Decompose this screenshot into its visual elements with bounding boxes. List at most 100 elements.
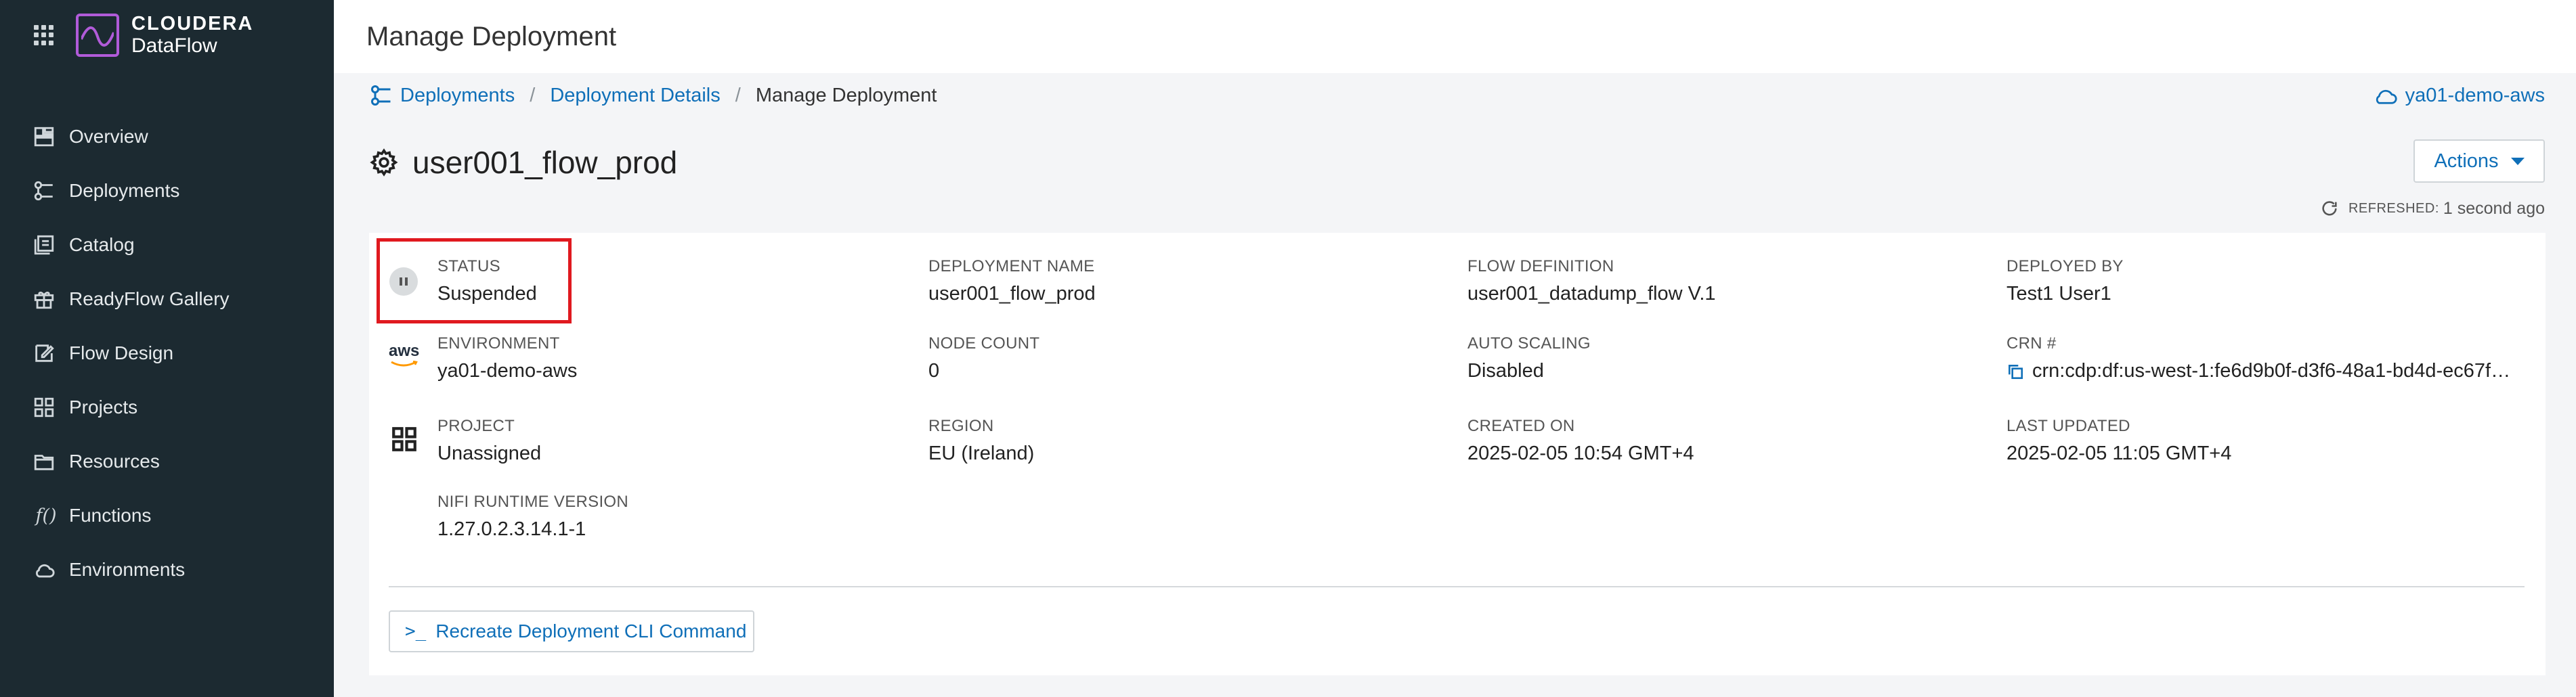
sidebar-item-label: Functions	[69, 505, 152, 526]
catalog-icon	[33, 233, 56, 256]
crn-value-row: crn:cdp:df:us-west-1:fe6d9b0f-d3f6-48a1-…	[2006, 360, 2521, 382]
crn-value: crn:cdp:df:us-west-1:fe6d9b0f-d3f6-48a1-…	[2032, 360, 2521, 382]
region-field: REGION EU (Ireland)	[928, 417, 1034, 465]
terminal-prompt-icon: >_	[405, 621, 427, 642]
breadcrumb-separator: /	[530, 84, 536, 106]
cloud-icon	[2376, 89, 2397, 104]
auto-scaling-value: Disabled	[1467, 360, 1544, 382]
overview-icon	[33, 125, 56, 148]
copy-icon[interactable]	[2006, 363, 2024, 380]
sidebar-item-projects[interactable]: Projects	[0, 380, 334, 434]
node-count-value: 0	[928, 360, 940, 382]
deployment-name-value: user001_flow_prod	[928, 283, 1096, 305]
recreate-cli-command-button[interactable]: >_ Recreate Deployment CLI Command	[389, 610, 754, 652]
functions-icon: f()	[35, 505, 57, 526]
brand-name: CLOUDERA DataFlow	[131, 12, 254, 58]
cli-button-label: Recreate Deployment CLI Command	[435, 621, 747, 642]
sidebar-item-label: Flow Design	[69, 342, 174, 363]
folder-icon	[33, 450, 56, 473]
breadcrumb-deployment-details[interactable]: Deployment Details	[550, 85, 720, 107]
brand-company: CLOUDERA	[131, 12, 254, 35]
deployed-by-value: Test1 User1	[2006, 283, 2111, 305]
app-switcher-icon[interactable]	[34, 25, 54, 45]
sidebar-item-flow-design[interactable]: Flow Design	[0, 326, 334, 380]
cloud-icon	[33, 558, 56, 581]
crn-field: CRN # crn:cdp:df:us-west-1:fe6d9b0f-d3f6…	[2006, 334, 2521, 382]
nifi-runtime-field: NIFI RUNTIME VERSION 1.27.0.2.3.14.1-1	[437, 493, 628, 541]
deployed-by-field: DEPLOYED BY Test1 User1	[2006, 257, 2124, 305]
sidebar-item-readyflow-gallery[interactable]: ReadyFlow Gallery	[0, 272, 334, 326]
flow-definition-field: FLOW DEFINITION user001_datadump_flow V.…	[1467, 257, 1716, 305]
refresh-icon[interactable]	[2320, 199, 2339, 218]
refreshed-label: REFRESHED:	[2348, 200, 2439, 216]
flow-definition-value: user001_datadump_flow V.1	[1467, 283, 1716, 305]
actions-label: Actions	[2434, 150, 2499, 172]
page-title: Manage Deployment	[366, 21, 617, 51]
environment-link[interactable]: ya01-demo-aws	[2371, 80, 2545, 111]
project-field: PROJECT Unassigned	[437, 417, 541, 465]
sidebar-item-label: Catalog	[69, 234, 135, 255]
deployment-title-row: user001_flow_prod	[369, 141, 677, 184]
status-field: STATUS Suspended	[437, 257, 537, 305]
field-label: REGION	[928, 417, 994, 435]
aws-icon-text: aws	[389, 342, 420, 360]
status-value: Suspended	[437, 283, 537, 305]
field-label: PROJECT	[437, 417, 515, 435]
last-updated-value: 2025-02-05 11:05 GMT+4	[2006, 443, 2232, 464]
auto-scaling-field: AUTO SCALING Disabled	[1467, 334, 1591, 382]
field-label: NODE COUNT	[928, 334, 1040, 353]
field-label: FLOW DEFINITION	[1467, 257, 1614, 275]
sidebar-item-label: Projects	[69, 397, 138, 418]
gear-icon	[370, 148, 398, 177]
brand-product: DataFlow	[131, 35, 217, 58]
sidebar-item-overview[interactable]: Overview	[0, 110, 334, 164]
refreshed-value: 1 second ago	[2443, 198, 2545, 218]
sidebar-item-label: Deployments	[69, 180, 180, 201]
field-label: AUTO SCALING	[1467, 334, 1591, 353]
deployments-icon	[33, 179, 56, 202]
brand: CLOUDERA DataFlow	[34, 12, 254, 58]
aws-icon: aws	[389, 342, 421, 368]
created-on-field: CREATED ON 2025-02-05 10:54 GMT+4	[1467, 417, 1694, 465]
nifi-runtime-value: 1.27.0.2.3.14.1-1	[437, 518, 586, 540]
breadcrumb-deployments[interactable]: Deployments	[400, 85, 515, 107]
last-updated-field: LAST UPDATED 2025-02-05 11:05 GMT+4	[2006, 417, 2231, 465]
refresh-status: REFRESHED: 1 second ago	[2320, 198, 2545, 219]
field-label: ENVIRONMENT	[437, 334, 560, 353]
sidebar-item-label: Resources	[69, 451, 160, 472]
card-divider	[389, 586, 2525, 587]
breadcrumb: Deployments / Deployment Details / Manag…	[369, 80, 937, 111]
created-on-value: 2025-02-05 10:54 GMT+4	[1467, 443, 1694, 464]
sidebar-item-label: Environments	[69, 559, 186, 580]
node-count-field: NODE COUNT 0	[928, 334, 1039, 382]
environment-value: ya01-demo-aws	[437, 360, 578, 382]
sidebar-nav: Overview Deployments Catalog ReadyFlow G…	[0, 110, 334, 597]
breadcrumb-current: Manage Deployment	[755, 84, 937, 106]
sidebar-item-catalog[interactable]: Catalog	[0, 218, 334, 272]
sidebar-item-environments[interactable]: Environments	[0, 543, 334, 597]
field-label: CREATED ON	[1467, 417, 1575, 435]
sidebar-item-label: ReadyFlow Gallery	[69, 288, 230, 309]
caret-down-icon	[2510, 157, 2525, 165]
field-label: DEPLOYMENT NAME	[928, 257, 1095, 275]
actions-dropdown-button[interactable]: Actions	[2413, 139, 2545, 183]
sidebar-item-deployments[interactable]: Deployments	[0, 164, 334, 218]
field-label: CRN #	[2006, 334, 2057, 353]
project-value: Unassigned	[437, 443, 542, 464]
dataflow-logo-icon	[76, 14, 119, 57]
top-bar: Manage Deployment	[334, 0, 2576, 73]
sidebar-item-label: Overview	[69, 126, 148, 147]
field-label: DEPLOYED BY	[2006, 257, 2124, 275]
flow-design-icon	[33, 342, 56, 365]
environment-field: ENVIRONMENT ya01-demo-aws	[437, 334, 577, 382]
sidebar-item-functions[interactable]: f() Functions	[0, 489, 334, 543]
breadcrumb-separator: /	[735, 84, 741, 106]
environment-link-label: ya01-demo-aws	[2405, 84, 2545, 106]
sidebar-item-resources[interactable]: Resources	[0, 434, 334, 489]
projects-icon	[33, 396, 56, 419]
gift-icon	[33, 288, 56, 311]
pause-icon	[389, 267, 418, 296]
field-label: LAST UPDATED	[2006, 417, 2130, 435]
deployment-title: user001_flow_prod	[412, 145, 678, 180]
region-value: EU (Ireland)	[928, 443, 1035, 464]
